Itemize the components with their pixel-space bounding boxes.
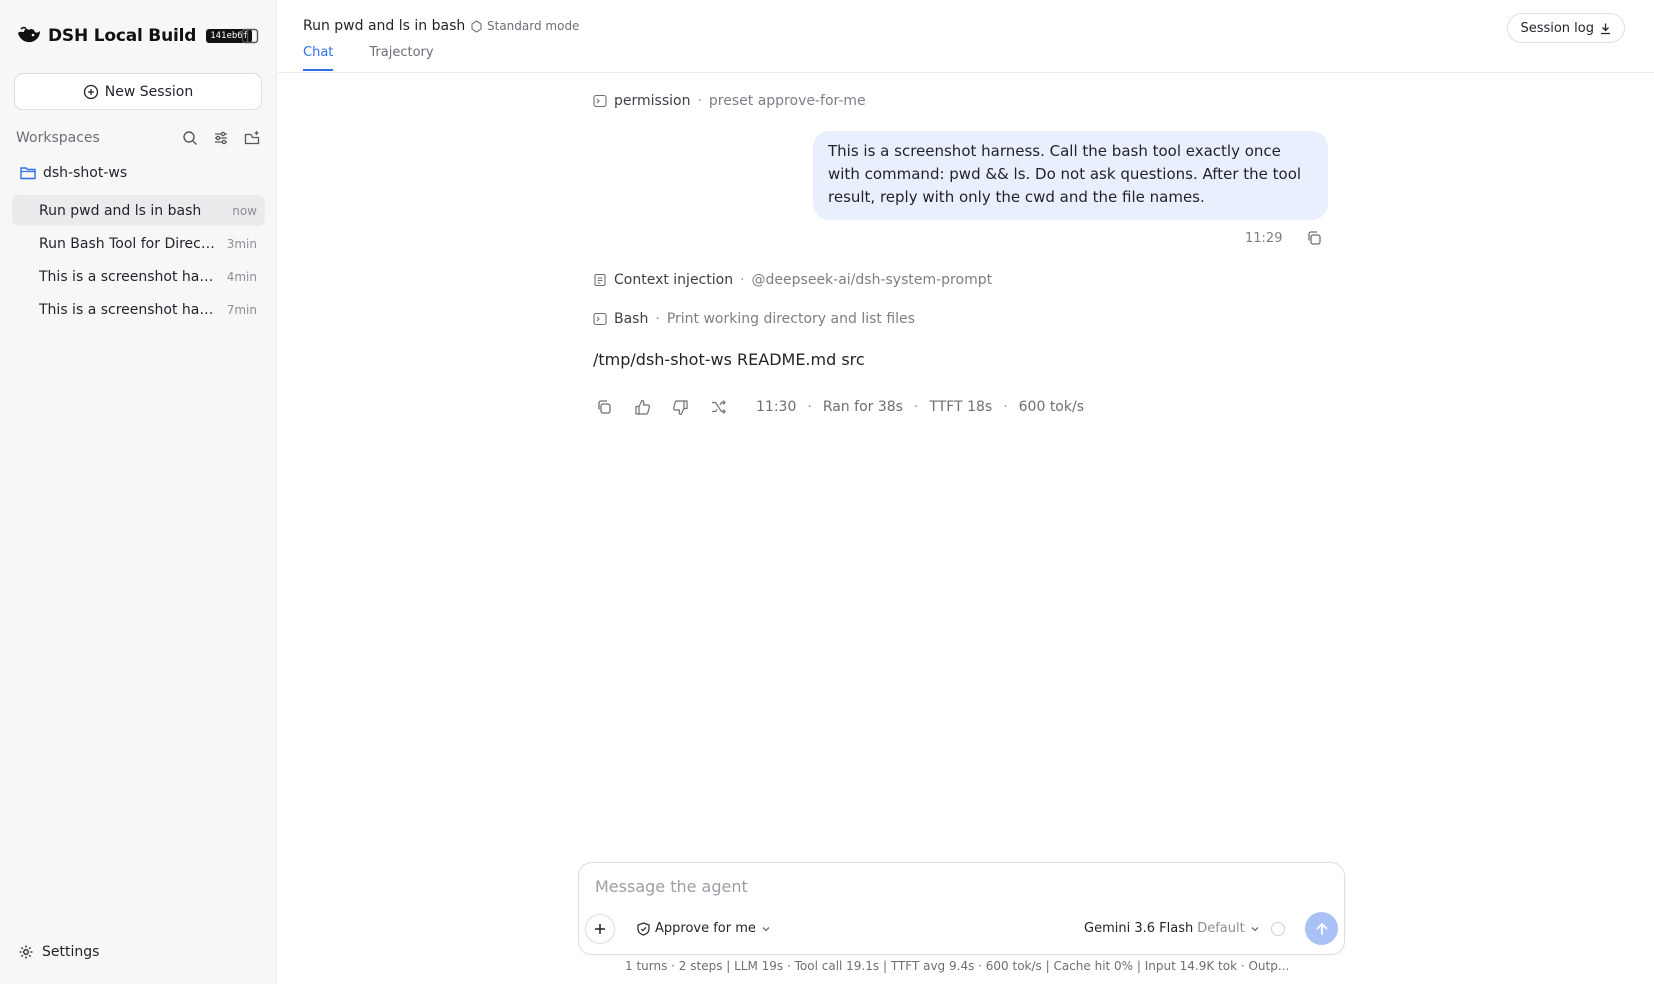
branch-retry-icon[interactable] [707, 396, 729, 418]
session-time: 7min [226, 302, 257, 317]
session-time: 4min [226, 269, 257, 284]
response-time: 11:30 [756, 399, 797, 415]
session-title: Run Bash Tool for Director... [39, 235, 219, 252]
filter-sliders-icon[interactable] [210, 128, 231, 149]
thumbs-down-icon[interactable] [669, 396, 691, 418]
session-title: This is a screenshot harne... [39, 301, 219, 318]
new-session-button[interactable]: New Session [14, 73, 262, 110]
thumbs-up-icon[interactable] [631, 396, 653, 418]
session-item[interactable]: Run Bash Tool for Director... 3min [12, 228, 265, 259]
arrow-up-icon [1316, 922, 1327, 935]
mode-label: Standard mode [487, 19, 580, 33]
separator-dot: · [740, 272, 745, 288]
separator-dot: · [655, 311, 660, 327]
plus-icon [595, 924, 605, 934]
chevron-down-icon [1251, 926, 1259, 931]
session-time: 3min [226, 236, 257, 251]
separator-dot: · [807, 399, 812, 415]
message-input[interactable] [595, 877, 1325, 896]
settings-label: Settings [42, 944, 100, 960]
search-icon[interactable] [179, 128, 200, 149]
mode-icon [471, 19, 482, 33]
step-label: Context injection [614, 272, 734, 288]
step-detail: Print working directory and list files [666, 311, 915, 327]
new-session-label: New Session [104, 83, 194, 100]
terminal-icon [593, 94, 607, 108]
new-folder-icon[interactable] [241, 128, 262, 149]
user-message-bubble: This is a screenshot harness. Call the b… [813, 131, 1328, 220]
plus-circle-icon [83, 84, 98, 99]
sidebar: DSH Local Build 141eb6f New Session Work… [0, 0, 277, 984]
model-selector[interactable]: Gemini 3.6 Flash Default [1084, 921, 1260, 936]
permission-step[interactable]: permission · preset approve-for-me [593, 93, 866, 109]
session-header: Run pwd and ls in bash Standard mode Cha… [278, 0, 1654, 73]
view-tabs: Chat Trajectory [303, 45, 434, 71]
session-stats-bar: 1 turns · 2 steps | LLM 19s · Tool call … [625, 959, 1290, 973]
document-icon [594, 273, 606, 287]
session-item[interactable]: This is a screenshot harne... 4min [12, 261, 265, 292]
workspaces-header: Workspaces [16, 128, 262, 148]
brand-name: DSH Local Build [48, 26, 197, 46]
tab-chat[interactable]: Chat [303, 45, 334, 71]
session-time: now [232, 203, 257, 218]
download-icon [1601, 23, 1610, 34]
user-message-time: 11:29 [1245, 231, 1283, 246]
run-duration: Ran for 38s [822, 399, 903, 415]
tab-trajectory[interactable]: Trajectory [369, 45, 433, 71]
session-item[interactable]: This is a screenshot harne... 7min [12, 294, 265, 325]
shield-icon [637, 921, 650, 936]
page-title: Run pwd and ls in bash [303, 18, 466, 34]
settings-button[interactable]: Settings [18, 944, 99, 960]
chevron-down-icon [762, 926, 770, 931]
model-default-tag: Default [1197, 921, 1245, 936]
mode-indicator: Standard mode [470, 19, 579, 33]
attach-button[interactable] [585, 914, 615, 944]
workspaces-title: Workspaces [16, 130, 100, 146]
step-label: Bash [614, 311, 649, 327]
copy-icon[interactable] [593, 396, 615, 418]
terminal-icon [593, 312, 607, 326]
separator-dot: · [697, 93, 702, 109]
sidebar-toggle-icon[interactable] [240, 26, 260, 46]
ttft-value: TTFT 18s [929, 399, 993, 415]
message-actions: 11:30 · Ran for 38s · TTFT 18s · 600 tok… [593, 396, 1084, 418]
session-list: Run pwd and ls in bash now Run Bash Tool… [12, 195, 265, 327]
session-title: Run pwd and ls in bash [39, 202, 202, 219]
separator-dot: · [913, 399, 919, 415]
context-usage-icon [1271, 922, 1285, 936]
separator-dot: · [1003, 399, 1008, 415]
token-speed: 600 tok/s [1018, 399, 1084, 415]
model-name: Gemini 3.6 Flash [1084, 921, 1194, 936]
session-log-label: Session log [1520, 20, 1594, 36]
session-title: This is a screenshot harne... [39, 268, 219, 285]
whale-logo-icon [16, 25, 42, 47]
brand: DSH Local Build 141eb6f [16, 22, 253, 50]
send-button[interactable] [1305, 912, 1338, 945]
session-log-button[interactable]: Session log [1507, 13, 1625, 43]
context-injection-step[interactable]: Context injection · @deepseek-ai/dsh-sys… [593, 272, 992, 288]
workspace-name: dsh-shot-ws [43, 165, 128, 181]
step-detail: preset approve-for-me [708, 93, 866, 109]
approval-mode-label: Approve for me [655, 921, 756, 936]
bash-step[interactable]: Bash · Print working directory and list … [593, 311, 915, 327]
copy-icon[interactable] [1306, 230, 1322, 250]
folder-icon [20, 167, 36, 180]
step-label: permission [614, 93, 691, 109]
session-item[interactable]: Run pwd and ls in bash now [12, 195, 265, 226]
message-composer: Approve for me Gemini 3.6 Flash Default [578, 862, 1345, 955]
approval-mode-dropdown[interactable]: Approve for me [637, 921, 771, 936]
workspace-folder[interactable]: dsh-shot-ws [20, 165, 127, 181]
step-detail: @deepseek-ai/dsh-system-prompt [751, 272, 993, 288]
assistant-answer: /tmp/dsh-shot-ws README.md src [593, 350, 865, 369]
gear-icon [19, 945, 33, 959]
